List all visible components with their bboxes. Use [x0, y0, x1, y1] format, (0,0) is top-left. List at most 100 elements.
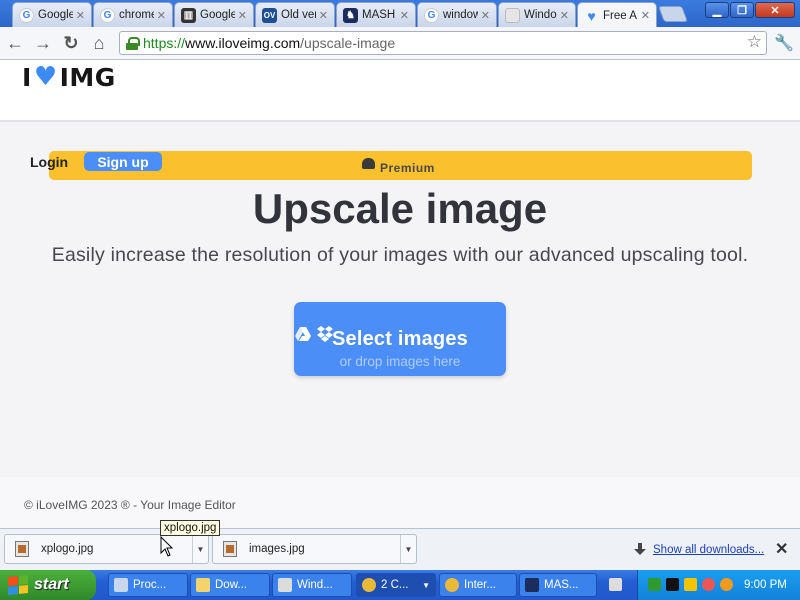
system-clock: 9:00 PM — [744, 579, 787, 591]
bank-icon: ▥ — [181, 7, 196, 23]
close-icon[interactable]: ✕ — [560, 9, 569, 22]
signup-button[interactable]: Sign up — [84, 152, 162, 171]
tab-google-2[interactable]: ▥ Google ✕ — [174, 2, 254, 27]
start-button[interactable]: start — [0, 570, 96, 600]
image-file-icon — [223, 541, 237, 557]
tab-title: window — [443, 9, 478, 21]
close-icon[interactable]: ✕ — [319, 9, 328, 22]
tab-window[interactable]: G window ✕ — [417, 2, 497, 27]
close-icon[interactable]: ✕ — [238, 9, 247, 22]
crown-icon — [362, 158, 375, 169]
page-subtitle: Easily increase the resolution of your i… — [51, 244, 749, 266]
show-all-downloads-link[interactable]: Show all downloads... — [653, 544, 764, 556]
windows-icon — [505, 7, 520, 23]
download-shelf: xplogo.jpg ▼ images.jpg ▼ Show all downl… — [0, 528, 800, 570]
taskbar-item[interactable]: MAS... — [519, 573, 597, 597]
terminal-icon[interactable] — [666, 578, 679, 591]
reload-icon[interactable]: ↻ — [59, 32, 83, 54]
url-path: /upscale-image — [300, 35, 396, 51]
browser-toolbar: ← → ↻ ⌂ https:// www.iloveimg.com /upsca… — [0, 27, 800, 60]
windows-taskbar: start Proc... Dow... Wind... 2 C... ▼ In… — [0, 570, 800, 600]
taskbar-item-label: Dow... — [215, 579, 247, 591]
forward-arrow-icon[interactable]: → — [31, 32, 55, 54]
ov-icon: OV — [262, 7, 277, 23]
taskbar-item[interactable]: Wind... — [272, 573, 352, 597]
tab-title: Windo — [524, 9, 557, 21]
minimize-button[interactable]: ▁ — [705, 2, 729, 18]
image-file-icon — [15, 541, 29, 557]
download-filename: xplogo.jpg — [41, 543, 94, 555]
download-filename: images.jpg — [249, 543, 305, 555]
logo-text-left: I — [22, 62, 32, 92]
tab-windows[interactable]: Windo ✕ — [498, 2, 576, 27]
footer-copyright: © iLoveIMG 2023 ® - Your Image Editor — [24, 498, 236, 512]
close-icon[interactable]: ✕ — [641, 9, 650, 22]
network-icon[interactable] — [648, 578, 661, 591]
taskbar-item[interactable]: Inter... — [439, 573, 517, 597]
login-link[interactable]: Login — [30, 154, 68, 170]
close-window-button[interactable]: ✕ — [755, 2, 795, 18]
taskbar-item-label: Proc... — [133, 579, 167, 591]
tab-title: Old ver — [281, 9, 316, 21]
download-item[interactable]: images.jpg ▼ — [212, 534, 417, 564]
google-icon: G — [100, 7, 115, 23]
browser-tab-strip: G Google ✕ G chrome ✕ ▥ Google ✕ OV Old … — [0, 0, 800, 28]
taskbar-item-label: 2 C... — [381, 579, 409, 591]
taskbar-item-group-active[interactable]: 2 C... ▼ — [356, 573, 436, 597]
tab-chrome[interactable]: G chrome ✕ — [93, 2, 173, 27]
select-images-button[interactable]: Select images or drop images here — [294, 302, 506, 376]
heart-icon: ♥ — [587, 7, 596, 24]
tab-mash[interactable]: ♞ MASH ✕ — [336, 2, 416, 27]
drop-hint: or drop images here — [339, 354, 461, 369]
close-icon[interactable]: ✕ — [157, 9, 166, 22]
bookmark-star-icon[interactable]: ☆ — [747, 32, 762, 52]
lock-icon — [126, 36, 140, 50]
tab-free-a-active[interactable]: ♥ Free A ✕ — [577, 2, 657, 28]
taskbar-item[interactable]: Proc... — [108, 573, 188, 597]
tab-title: Google — [200, 9, 235, 21]
page-title: Upscale image — [252, 185, 548, 232]
maximize-button[interactable]: ❐ — [730, 2, 754, 18]
back-arrow-icon[interactable]: ← — [3, 32, 27, 54]
tab-old-version[interactable]: OV Old ver ✕ — [255, 2, 335, 27]
close-icon[interactable]: ✕ — [76, 9, 85, 22]
tab-google-1[interactable]: G Google ✕ — [12, 2, 92, 27]
folder-icon — [196, 578, 210, 592]
close-icon[interactable]: ✕ — [481, 9, 490, 22]
taskbar-item[interactable]: Dow... — [190, 573, 270, 597]
iloveimg-logo[interactable]: I ♥ IMG — [22, 62, 116, 92]
chevron-down-icon: ▼ — [422, 580, 430, 590]
tooltip: xplogo.jpg — [160, 520, 221, 536]
computer-icon — [278, 578, 292, 592]
keyboard-icon[interactable] — [609, 578, 622, 591]
google-icon: G — [19, 7, 34, 23]
home-icon[interactable]: ⌂ — [87, 32, 111, 54]
select-images-label: Select images — [331, 328, 468, 350]
site-header: I ♥ IMG — [0, 60, 800, 122]
chrome-icon — [362, 578, 376, 592]
premium-label: Premium — [380, 161, 435, 175]
logo-text-right: IMG — [59, 62, 116, 92]
new-tab-button[interactable] — [658, 6, 688, 22]
tab-title: MASH — [362, 9, 396, 21]
close-icon[interactable]: ✕ — [775, 539, 788, 559]
url-scheme: https:// — [143, 35, 186, 51]
taskbar-item-label: Wind... — [297, 579, 333, 591]
tab-title: chrome — [119, 9, 154, 21]
close-icon[interactable]: ✕ — [400, 9, 409, 22]
windows-logo-icon — [8, 574, 28, 596]
url-host: www.iloveimg.com — [185, 35, 301, 51]
chrome-icon — [445, 578, 459, 592]
taskbar-item-label: Inter... — [464, 579, 496, 591]
shield-icon[interactable] — [684, 578, 697, 591]
search-icon[interactable] — [720, 578, 733, 591]
chevron-down-icon[interactable]: ▼ — [400, 535, 416, 563]
address-bar[interactable]: https:// www.iloveimg.com /upscale-image… — [119, 31, 767, 55]
security-icon[interactable] — [702, 578, 715, 591]
download-item[interactable]: xplogo.jpg ▼ — [4, 534, 209, 564]
monitor-icon — [114, 578, 128, 592]
wrench-menu-icon[interactable]: 🔧 — [773, 32, 795, 54]
web-page: I ♥ IMG Premium Login Sign up Upscale im… — [0, 60, 800, 528]
mouse-cursor-icon — [160, 536, 174, 557]
chevron-down-icon[interactable]: ▼ — [192, 535, 208, 563]
